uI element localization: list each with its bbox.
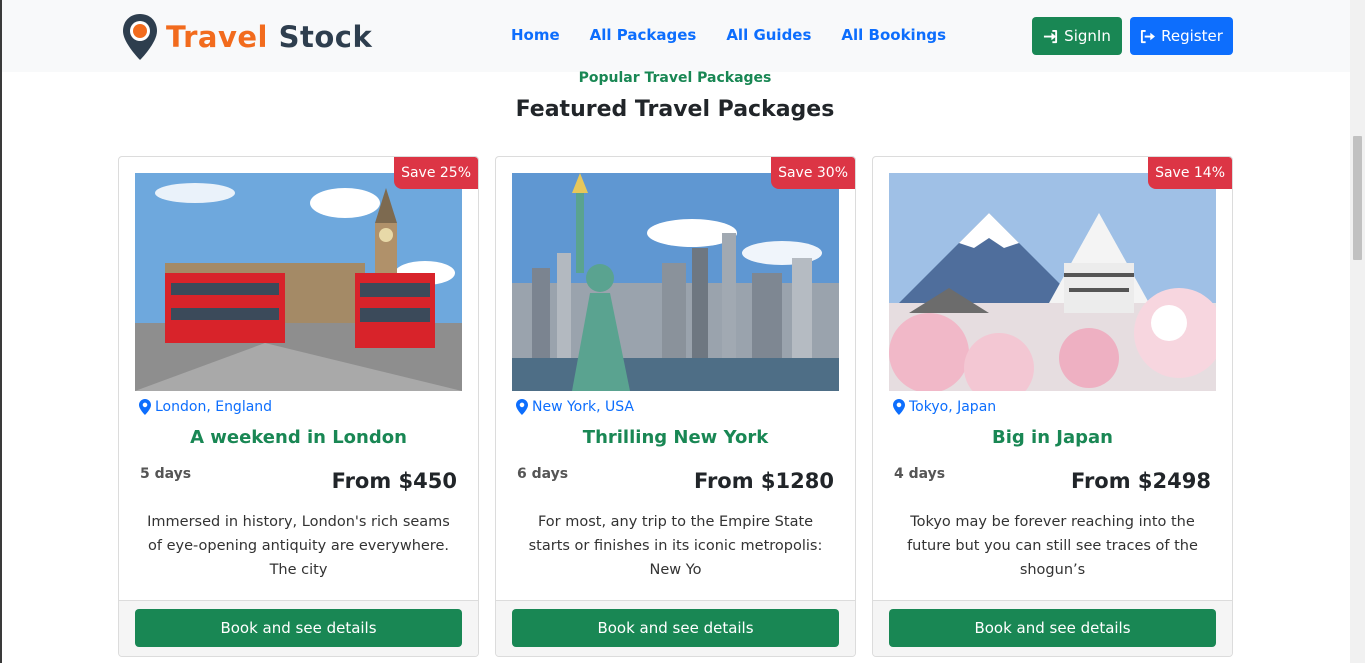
location-label: Tokyo, Japan [909, 399, 997, 415]
nav-all-packages[interactable]: All Packages [590, 26, 697, 44]
discount-badge: Save 25% [394, 157, 478, 189]
location-label: London, England [155, 399, 273, 415]
brand-name: Travel Stock [166, 20, 372, 54]
package-description: For most, any trip to the Empire State s… [528, 514, 823, 578]
brand-word-stock: Stock [278, 20, 373, 54]
package-description: Immersed in history, London's rich seams… [147, 514, 450, 578]
map-marker-icon [516, 399, 528, 415]
package-image-new-york [512, 173, 839, 391]
book-details-button[interactable]: Book and see details [512, 609, 839, 647]
package-card: Save 25% London, England A weekend in Lo… [118, 156, 479, 657]
discount-badge: Save 14% [1148, 157, 1232, 189]
package-image-tokyo [889, 173, 1216, 391]
book-details-button[interactable]: Book and see details [889, 609, 1216, 647]
nav-all-bookings[interactable]: All Bookings [841, 26, 946, 44]
signin-label: SignIn [1064, 27, 1111, 45]
register-label: Register [1161, 27, 1223, 45]
package-location: London, England [139, 399, 272, 415]
package-title: A weekend in London [190, 427, 407, 448]
package-price: From $450 [331, 469, 457, 493]
map-marker-icon [893, 399, 905, 415]
package-price: From $1280 [693, 469, 834, 493]
register-button[interactable]: Register [1130, 17, 1233, 55]
map-pin-logo-icon [123, 14, 157, 60]
package-price: From $2498 [1070, 469, 1211, 493]
brand-logo[interactable]: Travel Stock [120, 12, 372, 62]
package-title: Big in Japan [992, 427, 1113, 448]
section-kicker: Popular Travel Packages [578, 70, 772, 86]
package-duration: 5 days [140, 466, 192, 482]
package-location: New York, USA [516, 399, 634, 415]
map-marker-icon [139, 399, 151, 415]
package-image-london [135, 173, 462, 391]
brand-word-travel: Travel [166, 20, 268, 54]
package-duration: 4 days [894, 466, 946, 482]
section-title: Featured Travel Packages [515, 97, 835, 122]
package-card: Save 30% New York, USA Thrilling New Yor… [495, 156, 856, 657]
package-location: Tokyo, Japan [893, 399, 996, 415]
signin-button[interactable]: SignIn [1032, 17, 1122, 55]
page-scrollbar[interactable] [1350, 0, 1365, 663]
package-card: Save 14% Tokyo, Japan Big in Japan 4 day… [872, 156, 1233, 657]
location-label: New York, USA [532, 399, 634, 415]
package-duration: 6 days [517, 466, 569, 482]
card-footer: Book and see details [119, 600, 478, 656]
scrollbar-thumb[interactable] [1353, 136, 1362, 260]
nav-all-guides[interactable]: All Guides [726, 26, 811, 44]
nav-home[interactable]: Home [511, 26, 560, 44]
package-title: Thrilling New York [582, 427, 769, 448]
package-description: Tokyo may be forever reaching into the f… [907, 514, 1198, 578]
book-details-button[interactable]: Book and see details [135, 609, 462, 647]
sign-in-icon [1044, 29, 1058, 43]
main-nav: Home All Packages All Guides All Booking… [511, 26, 976, 44]
sign-out-icon [1141, 29, 1156, 43]
card-footer: Book and see details [496, 600, 855, 656]
discount-badge: Save 30% [771, 157, 855, 189]
card-footer: Book and see details [873, 600, 1232, 656]
